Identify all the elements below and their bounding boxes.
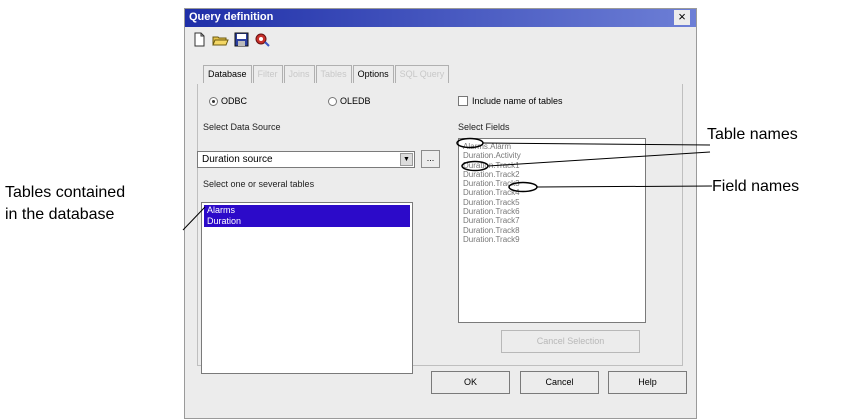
field-names-pointer — [536, 185, 713, 188]
table-names-annotation: Table names — [707, 126, 798, 143]
field-name-ellipse — [508, 181, 538, 193]
annotation-lines — [182, 137, 713, 231]
table-names-pointer-1 — [482, 142, 711, 146]
tables-contained-annotation-line2: in the database — [5, 206, 115, 223]
table-name-ellipse-2 — [461, 160, 489, 172]
table-name-ellipse-1 — [456, 137, 484, 149]
tables-contained-pointer — [182, 206, 206, 231]
field-names-annotation: Field names — [712, 178, 800, 195]
tables-contained-annotation-line1: Tables contained — [5, 184, 126, 201]
table-names-pointer-2 — [487, 151, 711, 167]
